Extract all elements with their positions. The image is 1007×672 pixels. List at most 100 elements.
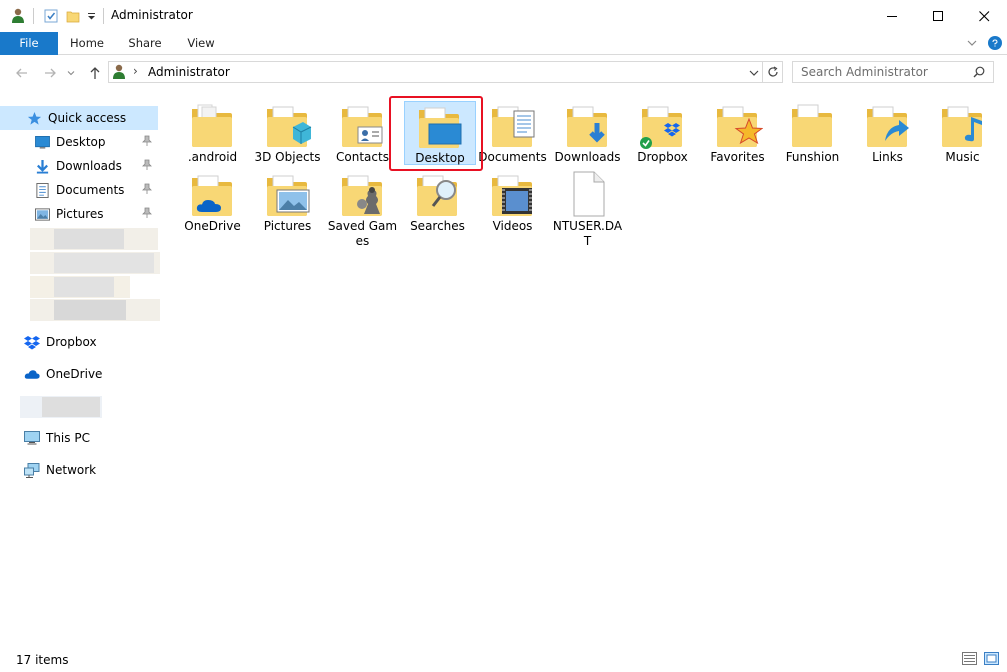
search-input[interactable]: Search Administrator <box>792 61 994 83</box>
large-icons-view-icon[interactable] <box>984 652 999 668</box>
close-button[interactable] <box>961 0 1007 32</box>
pin-icon[interactable] <box>142 159 154 171</box>
properties-icon[interactable] <box>40 7 62 25</box>
sidebar-item-label: Pictures <box>56 207 104 221</box>
sidebar-item-downloads[interactable]: Downloads <box>0 154 158 178</box>
file-item-label: OneDrive <box>184 219 241 233</box>
title-bar: Administrator <box>0 0 1007 32</box>
onedrive-icon <box>24 366 40 382</box>
expand-ribbon-icon[interactable] <box>966 37 978 52</box>
file-item-documents[interactable]: Documents <box>475 101 550 165</box>
file-list: .android 3D Objects Contacts Desktop Documen… <box>160 91 1007 646</box>
file-blank-icon <box>550 170 625 218</box>
folder-videos-icon <box>475 170 550 218</box>
computer-icon <box>24 430 40 446</box>
breadcrumb-separator[interactable]: › <box>133 64 138 78</box>
folder-links-icon <box>850 101 925 149</box>
sidebar-item-pictures[interactable]: Pictures <box>0 202 158 226</box>
back-button[interactable] <box>12 63 32 83</box>
sidebar-item-label: Quick access <box>48 111 127 125</box>
file-item-downloads[interactable]: Downloads <box>550 101 625 165</box>
recent-locations-icon[interactable] <box>64 63 78 83</box>
status-bar: 17 items <box>0 646 1007 672</box>
file-item-label: Dropbox <box>637 150 688 164</box>
highlight-box <box>389 96 483 171</box>
documents-icon <box>34 182 50 198</box>
folder-favorites-icon <box>700 101 775 149</box>
search-placeholder: Search Administrator <box>801 65 928 79</box>
breadcrumb-administrator[interactable]: Administrator <box>148 65 230 79</box>
folder-pictures-icon <box>250 170 325 218</box>
sidebar-item-quick-access[interactable]: Quick access <box>0 106 158 130</box>
sidebar-item-label: Downloads <box>56 159 122 173</box>
file-item-3d-objects[interactable]: 3D Objects <box>250 101 325 165</box>
file-item-music[interactable]: Music <box>925 101 1000 165</box>
details-view-icon[interactable] <box>962 652 977 668</box>
folder-documents-icon <box>475 101 550 149</box>
pin-icon[interactable] <box>142 183 154 195</box>
pin-icon[interactable] <box>142 207 154 219</box>
sidebar-item-desktop[interactable]: Desktop <box>0 130 158 154</box>
sidebar-item-dropbox[interactable]: Dropbox <box>0 330 158 354</box>
maximize-button[interactable] <box>915 0 961 32</box>
address-bar[interactable]: › Administrator <box>108 61 763 83</box>
file-item-label: Funshion <box>785 150 840 164</box>
file-item-label: Searches <box>410 219 465 233</box>
help-icon[interactable] <box>988 36 1002 50</box>
new-folder-icon[interactable] <box>64 7 82 25</box>
navigation-pane: Quick access Desktop Downloads Documents… <box>0 91 162 646</box>
user-folder-icon[interactable] <box>8 7 28 25</box>
folder-saved-games-icon <box>325 170 400 218</box>
file-item-label: 3D Objects <box>254 150 321 164</box>
folder-onedrive-icon <box>175 170 250 218</box>
folder-plain-icon <box>175 101 250 149</box>
file-item-onedrive[interactable]: OneDrive <box>175 170 250 234</box>
file-item-label: Saved Games <box>327 219 398 248</box>
tab-home[interactable]: Home <box>62 32 112 55</box>
file-item-funshion[interactable]: Funshion <box>775 101 850 165</box>
dropbox-icon <box>24 334 40 350</box>
up-button[interactable] <box>85 63 105 83</box>
tab-view[interactable]: View <box>178 32 224 55</box>
file-item-favorites[interactable]: Favorites <box>700 101 775 165</box>
tab-file[interactable]: File <box>0 32 58 55</box>
file-item-saved-games[interactable]: Saved Games <box>325 170 400 249</box>
file-item-dropbox[interactable]: Dropbox <box>625 101 700 165</box>
sidebar-item-label: OneDrive <box>46 367 103 381</box>
file-item-android[interactable]: .android <box>175 101 250 165</box>
file-item-label: Links <box>872 150 903 164</box>
refresh-button[interactable] <box>763 61 783 83</box>
network-icon <box>24 462 40 478</box>
file-item-label: Downloads <box>554 150 621 164</box>
downloads-icon <box>34 158 50 174</box>
file-item-ntuser-dat[interactable]: NTUSER.DAT <box>550 170 625 249</box>
file-item-label: NTUSER.DAT <box>552 219 623 248</box>
sidebar-item-onedrive[interactable]: OneDrive <box>0 362 158 386</box>
sidebar-item-documents[interactable]: Documents <box>0 178 158 202</box>
folder-music-icon <box>925 101 1000 149</box>
file-item-label: Music <box>945 150 980 164</box>
sidebar-item-label: This PC <box>46 431 90 445</box>
pictures-icon <box>34 206 50 222</box>
search-icon[interactable] <box>973 66 985 81</box>
address-history-icon[interactable] <box>749 67 759 81</box>
file-item-videos[interactable]: Videos <box>475 170 550 234</box>
sidebar-item-label: Dropbox <box>46 335 97 349</box>
folder-searches-icon <box>400 170 475 218</box>
desktop-icon <box>34 134 50 150</box>
item-count: 17 items <box>16 653 69 667</box>
minimize-button[interactable] <box>869 0 915 32</box>
star-icon <box>26 110 42 126</box>
file-item-pictures[interactable]: Pictures <box>250 170 325 234</box>
sidebar-item-network[interactable]: Network <box>0 458 158 482</box>
customize-toolbar-icon[interactable] <box>84 7 98 25</box>
file-item-label: Pictures <box>263 219 312 233</box>
folder-downloads-icon <box>550 101 625 149</box>
tab-share[interactable]: Share <box>120 32 170 55</box>
forward-button[interactable] <box>40 63 60 83</box>
sidebar-item-this-pc[interactable]: This PC <box>0 426 158 450</box>
file-item-searches[interactable]: Searches <box>400 170 475 234</box>
file-item-links[interactable]: Links <box>850 101 925 165</box>
pin-icon[interactable] <box>142 135 154 147</box>
user-folder-icon <box>112 64 126 83</box>
